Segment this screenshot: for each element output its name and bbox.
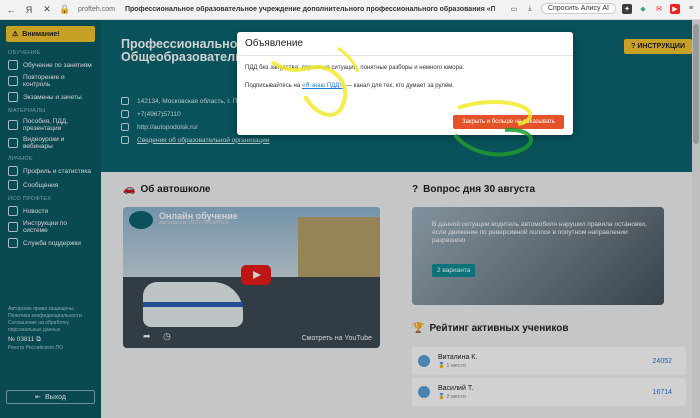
extension-icon[interactable]: ✦ xyxy=(622,3,632,14)
lock-icon: 🔒 xyxy=(59,4,71,14)
modal-line-2-prefix: Подписывайтесь на xyxy=(245,83,302,89)
modal-title: Объявление xyxy=(237,32,573,56)
download-icon[interactable]: ⤓ xyxy=(525,4,535,14)
browser-bar: ← Я ✕ 🔒 profteh.com Профессиональное обр… xyxy=(0,0,700,20)
bookmark-icon[interactable]: ▭ xyxy=(509,4,519,14)
page-tab-title: Профессиональное образовательное учрежде… xyxy=(124,6,495,13)
back-icon[interactable]: ← xyxy=(4,3,18,17)
channel-link[interactable]: «Я знаю ПДД!» xyxy=(302,83,344,89)
modal-line-1: ПДД без занудства: дорожные ситуации, по… xyxy=(245,65,464,71)
yandex-icon[interactable]: Я xyxy=(22,3,36,17)
youtube-icon[interactable]: ▶ xyxy=(670,3,680,14)
url-host[interactable]: profteh.com xyxy=(78,6,115,13)
close-tab-icon[interactable]: ✕ xyxy=(40,3,54,17)
modal-line-2: Подписывайтесь на «Я знаю ПДД!» — канал … xyxy=(245,82,565,90)
announcement-modal: Объявление ПДД без занудства: дорожные с… xyxy=(237,32,573,135)
close-forever-button[interactable]: Закрыть и больше не показывать xyxy=(453,115,564,129)
menu-icon[interactable]: ≡ xyxy=(686,4,696,14)
alice-button[interactable]: Спросить Алису AI xyxy=(540,3,616,14)
modal-body: ПДД без занудства: дорожные ситуации, по… xyxy=(237,56,573,98)
modal-line-2-suffix: — канал для тех, кто думает за рулём. xyxy=(344,83,454,89)
shield-icon[interactable]: ◆ xyxy=(638,4,648,14)
mail-icon[interactable]: ✉ xyxy=(654,4,664,14)
